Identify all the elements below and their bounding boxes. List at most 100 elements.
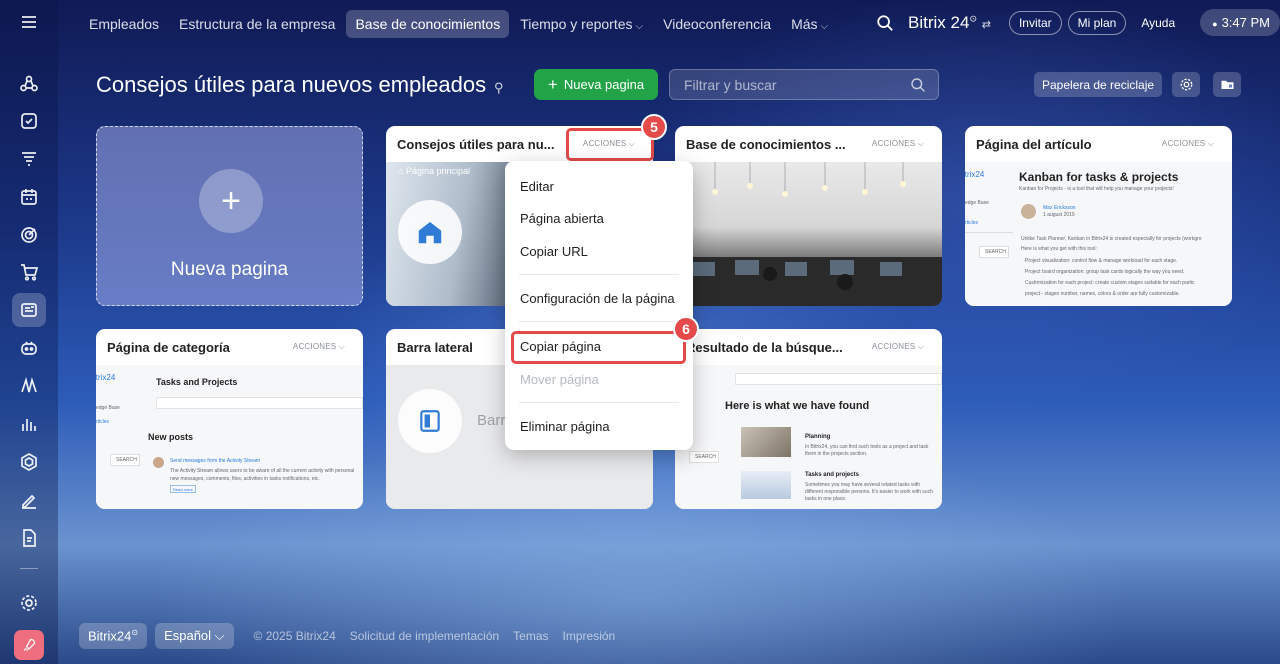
footer-link-print[interactable]: Impresión bbox=[563, 629, 616, 643]
footer-link-implementation[interactable]: Solicitud de implementación bbox=[350, 629, 499, 643]
actions-dropdown[interactable]: ACCIONES ⌵ bbox=[1162, 139, 1214, 149]
tab-label: Tiempo y reportes bbox=[520, 16, 633, 32]
thumb-read-more: Read more bbox=[170, 485, 196, 493]
actions-label: ACCIONES bbox=[1161, 139, 1206, 148]
page-card-article[interactable]: Página del artículo ACCIONES ⌵ itrix24 K… bbox=[965, 126, 1232, 306]
result-title: Planning bbox=[805, 434, 831, 440]
filter-placeholder: Filtrar y buscar bbox=[684, 77, 777, 93]
result-text: them in the projects section. bbox=[805, 451, 868, 457]
chevron-down-icon: ⌵ bbox=[917, 139, 924, 148]
document-icon[interactable] bbox=[12, 521, 46, 555]
recycle-bin-button[interactable]: Papelera de reciclaje bbox=[1034, 72, 1163, 97]
left-sidebar bbox=[0, 0, 58, 664]
footer-brand[interactable]: Bitrix24⊙ bbox=[79, 623, 148, 649]
help-button[interactable]: Ayuda bbox=[1132, 12, 1184, 34]
footer-link-themes[interactable]: Temas bbox=[513, 629, 548, 643]
footer-copyright: © 2025 Bitrix24 bbox=[253, 629, 336, 643]
tab-company-structure[interactable]: Estructura de la empresa bbox=[170, 10, 344, 38]
author-avatar bbox=[1021, 204, 1036, 219]
language-select[interactable]: Español ⌵ bbox=[155, 623, 234, 649]
menu-item-page-settings[interactable]: Configuración de la página bbox=[520, 291, 675, 306]
annotation-highlight-actions bbox=[566, 128, 654, 161]
sidebar-card-label: Barr bbox=[477, 412, 506, 429]
thumb-search: SEARCH bbox=[116, 457, 137, 463]
sidebar-divider bbox=[20, 568, 38, 569]
menu-item-copy-url[interactable]: Copiar URL bbox=[520, 244, 588, 259]
brand-logo[interactable]: Bitrix 24⊙ ⇄ bbox=[908, 13, 991, 33]
thumb-subtitle: Kanban for Projects - is a tool that wil… bbox=[1019, 186, 1174, 192]
page-card-knowledge-base[interactable]: Base de conocimientos ... ACCIONES ⌵ bbox=[675, 126, 942, 306]
robot-icon[interactable] bbox=[12, 331, 46, 365]
target-icon[interactable] bbox=[12, 218, 46, 252]
thumb-search-bar bbox=[156, 397, 363, 409]
chevron-down-icon: ⌵ bbox=[917, 342, 924, 351]
tab-time-reports[interactable]: Tiempo y reportes ⌵ bbox=[511, 10, 652, 38]
brand-text: Bitrix 24 bbox=[908, 12, 970, 32]
language-label: Español bbox=[164, 628, 212, 643]
folder-button[interactable] bbox=[1213, 72, 1241, 97]
calendar-icon[interactable] bbox=[12, 180, 46, 214]
invite-button[interactable]: Invitar bbox=[1008, 10, 1062, 35]
search-icon[interactable] bbox=[910, 77, 926, 93]
page-card-category[interactable]: Página de categoría ACCIONES ⌵ itrix24 T… bbox=[96, 329, 363, 509]
menu-icon[interactable] bbox=[12, 5, 46, 39]
funnel-icon[interactable] bbox=[12, 142, 46, 176]
annotation-highlight-copy-page bbox=[511, 331, 686, 364]
thumb-nav: rticles bbox=[96, 419, 110, 425]
hexagon-icon[interactable] bbox=[12, 445, 46, 479]
cart-icon[interactable] bbox=[12, 255, 46, 289]
thumb-heading: Here is what we have found bbox=[725, 400, 870, 412]
top-right-controls: Bitrix 24⊙ ⇄ Invitar Mi plan Ayuda ● 3:47… bbox=[876, 9, 1280, 36]
collab-icon[interactable] bbox=[12, 67, 46, 101]
thumb-bullet: project - stages number, names, colors &… bbox=[1025, 291, 1180, 297]
page-title: Consejos útiles para nuevos empleados bbox=[96, 72, 487, 97]
marketing-icon[interactable] bbox=[12, 369, 46, 403]
chevron-down-icon: ⌵ bbox=[214, 628, 225, 643]
plus-icon: + bbox=[199, 169, 263, 233]
result-image-tasks bbox=[741, 471, 791, 499]
card-title: Página de categoría bbox=[107, 340, 230, 355]
analytics-icon[interactable] bbox=[12, 407, 46, 441]
card-title: Consejos útiles para nu... bbox=[397, 137, 555, 152]
menu-item-open-page[interactable]: Página abierta bbox=[520, 211, 604, 226]
thumb-post-title: Send messages from the Activity Stream bbox=[170, 458, 261, 464]
tasks-icon[interactable] bbox=[12, 104, 46, 138]
settings-gear-button[interactable] bbox=[1172, 72, 1200, 97]
thumb-section: New posts bbox=[148, 432, 194, 442]
tab-more[interactable]: Más ⌵ bbox=[782, 10, 837, 38]
chevron-down-icon: ⌵ bbox=[820, 21, 829, 32]
rocket-icon[interactable] bbox=[14, 630, 44, 660]
new-page-card[interactable]: + Nueva pagina bbox=[96, 126, 363, 306]
filter-search-input[interactable]: Filtrar y buscar bbox=[669, 69, 939, 100]
sign-icon[interactable] bbox=[12, 483, 46, 517]
result-text: different responsible persons. It's easi… bbox=[805, 489, 933, 495]
annotation-badge-5: 5 bbox=[641, 114, 667, 140]
thumb-bullet: Project board organization: group task c… bbox=[1025, 269, 1185, 275]
card-title: Página del artículo bbox=[976, 137, 1092, 152]
thumb-search-bar bbox=[735, 373, 942, 385]
menu-item-edit[interactable]: Editar bbox=[520, 179, 554, 194]
new-page-label: Nueva pagina bbox=[563, 77, 645, 92]
menu-item-delete-page[interactable]: Eliminar página bbox=[520, 419, 610, 434]
knowledge-icon[interactable] bbox=[12, 293, 46, 327]
tab-employees[interactable]: Empleados bbox=[80, 10, 168, 38]
plan-button[interactable]: Mi plan bbox=[1067, 10, 1127, 35]
page-card-search-result[interactable]: Resultado de la búsque... ACCIONES ⌵ Her… bbox=[675, 329, 942, 509]
clock[interactable]: ● 3:47 PM bbox=[1200, 9, 1280, 36]
footer-brand-text: Bitrix24 bbox=[88, 628, 132, 644]
tab-knowledge-base[interactable]: Base de conocimientos bbox=[346, 10, 510, 38]
result-text: Sometimes you may have several related t… bbox=[805, 482, 921, 488]
pin-icon[interactable]: ⚲ bbox=[494, 80, 504, 96]
settings-icon[interactable] bbox=[12, 586, 46, 620]
actions-dropdown[interactable]: ACCIONES ⌵ bbox=[872, 139, 924, 149]
top-bar: Empleados Estructura de la empresa Base … bbox=[58, 0, 1280, 48]
actions-dropdown[interactable]: ACCIONES ⌵ bbox=[872, 342, 924, 352]
home-icon: ⌂ bbox=[398, 166, 404, 176]
thumb-text: new messages, comments, files, activitie… bbox=[170, 476, 320, 482]
tab-videoconference[interactable]: Videoconferencia bbox=[654, 10, 780, 38]
actions-dropdown[interactable]: ACCIONES ⌵ bbox=[293, 342, 345, 352]
footer: Bitrix24⊙ Español ⌵ © 2025 Bitrix24 Soli… bbox=[79, 623, 629, 649]
search-icon[interactable] bbox=[876, 14, 894, 32]
new-page-button[interactable]: + Nueva pagina bbox=[534, 69, 658, 100]
actions-label: ACCIONES bbox=[871, 342, 916, 351]
